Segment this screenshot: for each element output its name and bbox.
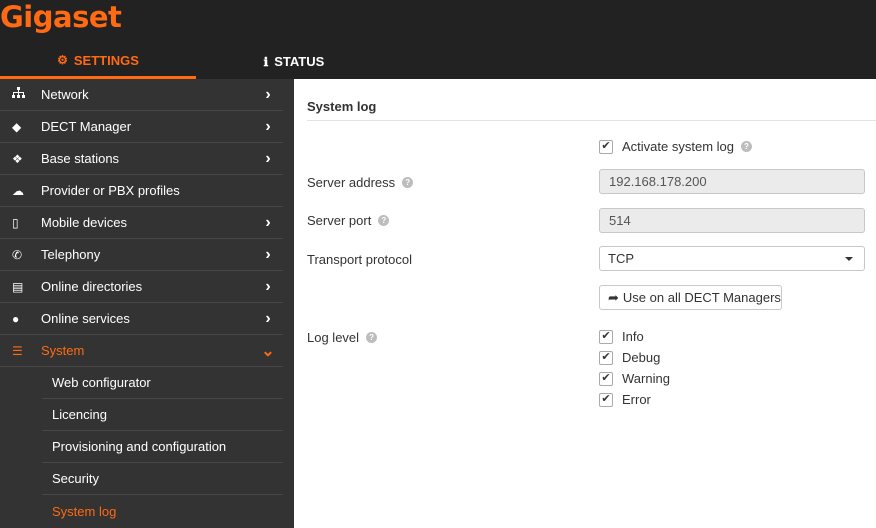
log-level-option-label: Debug	[622, 350, 661, 365]
sidebar-item-provider-profiles[interactable]: ☁ Provider or PBX profiles	[0, 175, 283, 207]
transport-protocol-label: Transport protocol	[307, 252, 413, 267]
server-address-label: Server address	[307, 175, 396, 190]
cube-icon: ◆	[12, 119, 22, 134]
chevron-down-icon: ⌄	[261, 342, 275, 360]
log-level-option-label: Error	[622, 392, 651, 407]
log-level-option-label: Info	[622, 329, 644, 344]
sidebar-subitem-system-log[interactable]: System log	[42, 495, 283, 527]
log-level-option-label: Warning	[622, 371, 670, 386]
sidebar-item-label: Online directories	[41, 279, 143, 294]
share-arrow-icon: ➦	[608, 289, 619, 305]
transport-protocol-value: TCP	[608, 251, 634, 266]
use-on-all-dect-managers-button[interactable]: ➦ Use on all DECT Managers	[599, 285, 782, 310]
log-level-error-checkbox[interactable]: ✔ Error	[599, 392, 651, 407]
checkmark-icon[interactable]: ✔	[599, 329, 613, 344]
chevron-right-icon: ›	[265, 213, 271, 231]
sidebar-item-system[interactable]: ☰ System ⌄	[0, 335, 283, 367]
checkmark-icon[interactable]: ✔	[599, 139, 613, 154]
sidebar-subitem-security[interactable]: Security	[42, 463, 283, 495]
server-port-label-row: Server port ?	[307, 213, 390, 228]
page-title: System log	[307, 99, 377, 114]
sidebar-item-online-services[interactable]: ● Online services ›	[0, 303, 283, 335]
chevron-right-icon: ›	[265, 149, 271, 167]
log-level-label-row: Log level ?	[307, 330, 378, 345]
sidebar-subitem-web-configurator[interactable]: Web configurator	[42, 367, 283, 399]
sidebar-item-online-directories[interactable]: ▤ Online directories ›	[0, 271, 283, 303]
sidebar-subitem-provisioning[interactable]: Provisioning and configuration	[42, 431, 283, 463]
sidebar-item-label: Network	[41, 87, 89, 102]
checkmark-icon[interactable]: ✔	[599, 371, 613, 386]
tab-settings-label: SETTINGS	[73, 52, 139, 68]
mobile-icon: ▯	[12, 215, 19, 230]
phone-icon: ✆	[12, 247, 23, 262]
server-address-field[interactable]: 192.168.178.200	[599, 169, 865, 194]
tab-status-label: STATUS	[274, 54, 325, 69]
sidebar-item-label: Provider or PBX profiles	[41, 183, 180, 198]
sidebar-item-base-stations[interactable]: ❖ Base stations ›	[0, 143, 283, 175]
cubes-icon: ❖	[12, 151, 23, 166]
chevron-right-icon: ›	[265, 245, 271, 263]
checkmark-icon[interactable]: ✔	[599, 350, 613, 365]
help-icon[interactable]: ?	[366, 332, 378, 343]
help-icon[interactable]: ?	[402, 177, 414, 188]
sidebar-item-label: Online services	[41, 311, 130, 326]
log-level-warning-checkbox[interactable]: ✔ Warning	[599, 371, 670, 386]
log-level-info-checkbox[interactable]: ✔ Info	[599, 329, 644, 344]
sidebar-item-telephony[interactable]: ✆ Telephony ›	[0, 239, 283, 271]
network-icon	[0, 87, 41, 102]
book-icon: ▤	[12, 279, 24, 294]
chevron-right-icon: ›	[265, 309, 271, 327]
chevron-right-icon: ›	[265, 277, 271, 295]
help-icon[interactable]: ?	[741, 141, 752, 152]
top-header: Gigaset ⚙ SETTINGS ℹ STATUS	[0, 0, 876, 79]
transport-protocol-select[interactable]: TCP	[599, 246, 865, 271]
caret-down-icon	[845, 257, 853, 261]
log-level-debug-checkbox[interactable]: ✔ Debug	[599, 350, 660, 365]
server-port-label: Server port	[307, 213, 372, 228]
activate-system-log-label: Activate system log	[622, 139, 734, 154]
cloud-icon: ☁	[12, 183, 24, 198]
server-address-label-row: Server address ?	[307, 175, 414, 190]
activate-system-log-checkbox[interactable]: ✔ Activate system log ?	[599, 139, 752, 154]
chevron-right-icon: ›	[265, 85, 271, 103]
sidebar-item-label: Mobile devices	[41, 215, 127, 230]
sidebar-item-label: System	[41, 343, 85, 358]
sidebar-subitem-licencing[interactable]: Licencing	[42, 399, 283, 431]
gigaset-logo[interactable]: Gigaset	[0, 0, 122, 34]
transport-protocol-label-row: Transport protocol	[307, 252, 412, 267]
sliders-icon: ☰	[12, 343, 23, 358]
sidebar-item-dect-manager[interactable]: ◆ DECT Manager ›	[0, 111, 283, 143]
sidebar-item-network[interactable]: Network ›	[0, 79, 283, 111]
chevron-right-icon: ›	[265, 117, 271, 135]
sidebar-item-label: Base stations	[41, 151, 120, 166]
divider	[307, 120, 876, 121]
globe-icon: ●	[12, 311, 20, 326]
sidebar-item-label: Telephony	[41, 247, 101, 262]
use-on-all-label: Use on all DECT Managers	[622, 290, 781, 305]
sidebar-item-mobile-devices[interactable]: ▯ Mobile devices ›	[0, 207, 283, 239]
tab-settings[interactable]: ⚙ SETTINGS	[0, 44, 196, 79]
sidebar-item-label: DECT Manager	[41, 119, 132, 134]
gears-icon: ⚙	[57, 53, 68, 67]
server-port-field[interactable]: 514	[599, 208, 865, 233]
sidebar: Network › ◆ DECT Manager › ❖ Base statio…	[0, 79, 294, 528]
info-icon: ℹ	[263, 54, 269, 69]
help-icon[interactable]: ?	[378, 215, 390, 226]
log-level-label: Log level	[307, 330, 360, 345]
tab-status[interactable]: ℹ STATUS	[196, 44, 392, 79]
checkmark-icon[interactable]: ✔	[599, 392, 613, 407]
